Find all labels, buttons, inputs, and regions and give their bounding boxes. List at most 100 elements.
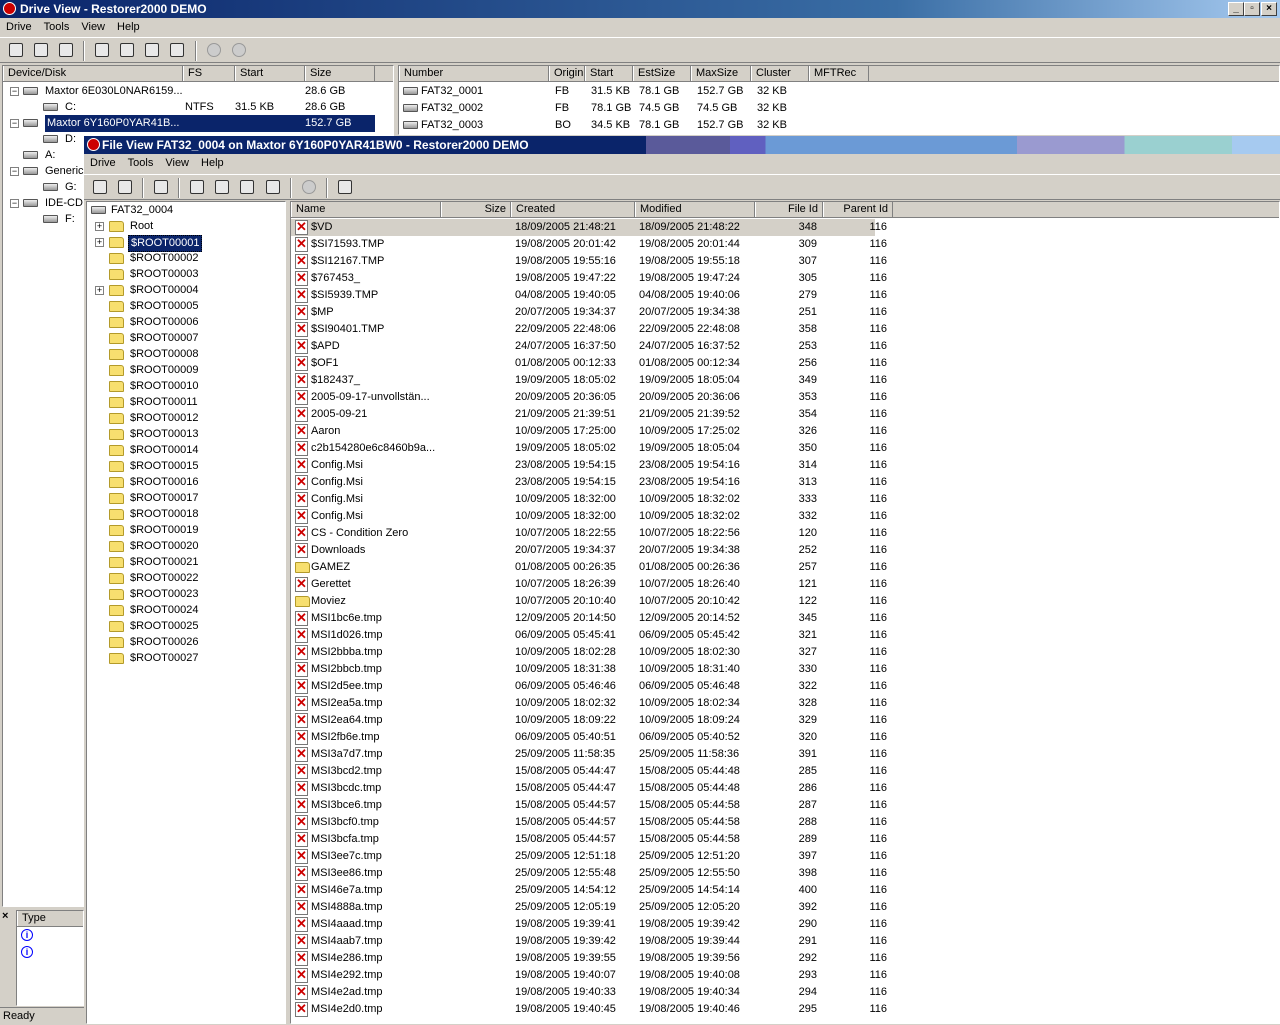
disk-column-device-disk[interactable]: Device/Disk [3, 66, 183, 81]
file-row[interactable]: MSI2d5ee.tmp 06/09/2005 05:46:46 06/09/200… [291, 678, 887, 695]
file-column-name[interactable]: Name [291, 202, 441, 217]
tree-item[interactable]: $ROOT00023 [87, 586, 285, 603]
tree-expand-icon[interactable]: − [10, 199, 19, 208]
partition-column-maxsize[interactable]: MaxSize [691, 66, 751, 81]
tree-item[interactable]: $ROOT00017 [87, 490, 285, 507]
search-icon[interactable] [115, 177, 135, 197]
disk-column-fs[interactable]: FS [183, 66, 235, 81]
file-row[interactable]: MSI1d026.tmp 06/09/2005 05:45:41 06/09/200… [291, 627, 887, 644]
tree-item[interactable]: $ROOT00006 [87, 314, 285, 331]
file-row[interactable]: MSI4aab7.tmp 19/08/2005 19:39:42 19/08/200… [291, 933, 887, 950]
file-row[interactable]: Config.Msi 10/09/2005 18:32:00 10/09/2005 … [291, 491, 887, 508]
tree-item[interactable]: + Root [87, 218, 285, 235]
tree-item[interactable]: + $ROOT00001 [87, 234, 285, 252]
drive-view-menu-help[interactable]: Help [111, 21, 146, 33]
tree-item[interactable]: $ROOT00020 [87, 538, 285, 555]
file-row[interactable]: $SI90401.TMP 22/09/2005 22:48:06 22/09/200… [291, 321, 887, 338]
file-row[interactable]: MSI46e7a.tmp 25/09/2005 14:54:12 25/09/200… [291, 882, 887, 899]
close-button[interactable]: × [1261, 2, 1277, 16]
file-column-file-id[interactable]: File Id [755, 202, 823, 217]
disk-column-size[interactable]: Size [305, 66, 375, 81]
wildcard-icon[interactable] [263, 177, 283, 197]
tree-item[interactable]: + $ROOT00004 [87, 282, 285, 299]
file-row[interactable]: Config.Msi 23/08/2005 19:54:15 23/08/2005 … [291, 457, 887, 474]
file-row[interactable]: MSI3bcdc.tmp 15/08/2005 05:44:47 15/08/200… [291, 780, 887, 797]
log-close-icon[interactable]: × [2, 910, 16, 924]
file-row[interactable]: 2005-09-21 21/09/2005 21:39:51 21/09/2005 … [291, 406, 887, 423]
recover-icon[interactable] [151, 177, 171, 197]
partition-row[interactable]: FAT32_0002 FB 78.1 GB 74.5 GB 74.5 GB 32 KB [399, 100, 1279, 117]
tree-item[interactable]: $ROOT00013 [87, 426, 285, 443]
file-column-created[interactable]: Created [511, 202, 635, 217]
drive-view-menu-tools[interactable]: Tools [38, 21, 76, 33]
tree-expand-icon[interactable]: − [10, 87, 19, 96]
partition-column-mftrec[interactable]: MFTRec [809, 66, 869, 81]
file-row[interactable]: MSI1bc6e.tmp 12/09/2005 20:14:50 12/09/200… [291, 610, 887, 627]
partition-column-start[interactable]: Start [585, 66, 633, 81]
partition-column-number[interactable]: Number [399, 66, 549, 81]
tree-expand-icon[interactable]: + [95, 222, 104, 231]
file-row[interactable]: $OF1 01/08/2005 00:12:33 01/08/2005 00:12:… [291, 355, 887, 372]
tree-item[interactable]: $ROOT00019 [87, 522, 285, 539]
delete-icon[interactable] [204, 40, 224, 60]
tree-expand-icon[interactable]: + [95, 238, 104, 247]
file-row[interactable]: MSI4e2ad.tmp 19/08/2005 19:40:33 19/08/200… [291, 984, 887, 1001]
tree-item[interactable]: $ROOT00018 [87, 506, 285, 523]
file-row[interactable]: $182437_ 19/09/2005 18:05:02 19/09/2005 18… [291, 372, 887, 389]
file-row[interactable]: $MP 20/07/2005 19:34:37 20/07/2005 19:34:3… [291, 304, 887, 321]
file-column-modified[interactable]: Modified [635, 202, 755, 217]
tree-item[interactable]: $ROOT00009 [87, 362, 285, 379]
tree-item[interactable]: $ROOT00016 [87, 474, 285, 491]
tree-item[interactable]: $ROOT00021 [87, 554, 285, 571]
file-row[interactable]: Config.Msi 23/08/2005 19:54:15 23/08/2005 … [291, 474, 887, 491]
drive-icon[interactable] [90, 177, 110, 197]
file-column-size[interactable]: Size [441, 202, 511, 217]
file-row[interactable]: MSI4aaad.tmp 19/08/2005 19:39:41 19/08/200… [291, 916, 887, 933]
file-row[interactable]: MSI2bbba.tmp 10/09/2005 18:02:28 10/09/200… [291, 644, 887, 661]
file-row[interactable]: CS - Condition Zero 10/07/2005 18:22:55 10… [291, 525, 887, 542]
file-row[interactable]: MSI2ea64.tmp 10/09/2005 18:09:22 10/09/200… [291, 712, 887, 729]
file-row[interactable]: $SI12167.TMP 19/08/2005 19:55:16 19/08/200… [291, 253, 887, 270]
find-icon[interactable] [187, 177, 207, 197]
file-row[interactable]: Config.Msi 10/09/2005 18:32:00 10/09/2005 … [291, 508, 887, 525]
drive-view-menu-view[interactable]: View [75, 21, 111, 33]
file-row[interactable]: MSI3bcd2.tmp 15/08/2005 05:44:47 15/08/200… [291, 763, 887, 780]
file-row[interactable]: Moviez 10/07/2005 20:10:40 10/07/2005 20:1… [291, 593, 887, 610]
disk-column-start[interactable]: Start [235, 66, 305, 81]
tree-item[interactable]: $ROOT00008 [87, 346, 285, 363]
tree-item[interactable]: $ROOT00010 [87, 378, 285, 395]
scan-icon[interactable] [31, 40, 51, 60]
tree-item[interactable]: $ROOT00012 [87, 410, 285, 427]
file-row[interactable]: MSI3bcf0.tmp 15/08/2005 05:44:57 15/08/200… [291, 814, 887, 831]
find-next-icon[interactable] [212, 177, 232, 197]
file-row[interactable]: Gerettet 10/07/2005 18:26:39 10/07/2005 18… [291, 576, 887, 593]
properties-icon[interactable] [167, 40, 187, 60]
file-row[interactable]: MSI4e2d0.tmp 19/08/2005 19:40:45 19/08/200… [291, 1001, 887, 1018]
file-row[interactable]: Aaron 10/09/2005 17:25:00 10/09/2005 17:25… [291, 423, 887, 440]
open-drive-icon[interactable] [6, 40, 26, 60]
file-row[interactable]: MSI3bcfa.tmp 15/08/2005 05:44:57 15/08/200… [291, 831, 887, 848]
partition-column-cluster[interactable]: Cluster [751, 66, 809, 81]
file-row[interactable]: MSI2ea5a.tmp 10/09/2005 18:02:32 10/09/200… [291, 695, 887, 712]
tree-item[interactable]: $ROOT00015 [87, 458, 285, 475]
file-row[interactable]: 2005-09-17-unvollstän... 20/09/2005 20:36… [291, 389, 887, 406]
file-view-menu-tools[interactable]: Tools [122, 157, 160, 169]
file-row[interactable]: MSI2bbcb.tmp 10/09/2005 18:31:38 10/09/200… [291, 661, 887, 678]
file-row[interactable]: GAMEZ 01/08/2005 00:26:35 01/08/2005 00:26… [291, 559, 887, 576]
export-icon[interactable] [117, 40, 137, 60]
tree-item[interactable]: $ROOT00022 [87, 570, 285, 587]
file-row[interactable]: MSI3bce6.tmp 15/08/2005 05:44:57 15/08/200… [291, 797, 887, 814]
file-row[interactable]: Downloads 20/07/2005 19:34:37 20/07/2005 1… [291, 542, 887, 559]
file-row[interactable]: $SI5939.TMP 04/08/2005 19:40:05 04/08/2005… [291, 287, 887, 304]
up-folder-icon[interactable] [335, 177, 355, 197]
file-row[interactable]: $767453_ 19/08/2005 19:47:22 19/08/2005 19… [291, 270, 887, 287]
tree-item[interactable]: $ROOT00024 [87, 602, 285, 619]
tree-item[interactable]: $ROOT00007 [87, 330, 285, 347]
file-row[interactable]: $VD 18/09/2005 21:48:21 18/09/2005 21:48:2… [291, 219, 887, 236]
file-row[interactable]: MSI4e286.tmp 19/08/2005 19:39:55 19/08/200… [291, 950, 887, 967]
tree-expand-icon[interactable]: − [10, 167, 19, 176]
minimize-button[interactable]: _ [1228, 2, 1244, 16]
tree-item[interactable]: $ROOT00014 [87, 442, 285, 459]
disk-row[interactable]: Maxtor 6E030L0NAR6159... 28.6 GB − [3, 83, 393, 100]
find-mask-icon[interactable] [237, 177, 257, 197]
